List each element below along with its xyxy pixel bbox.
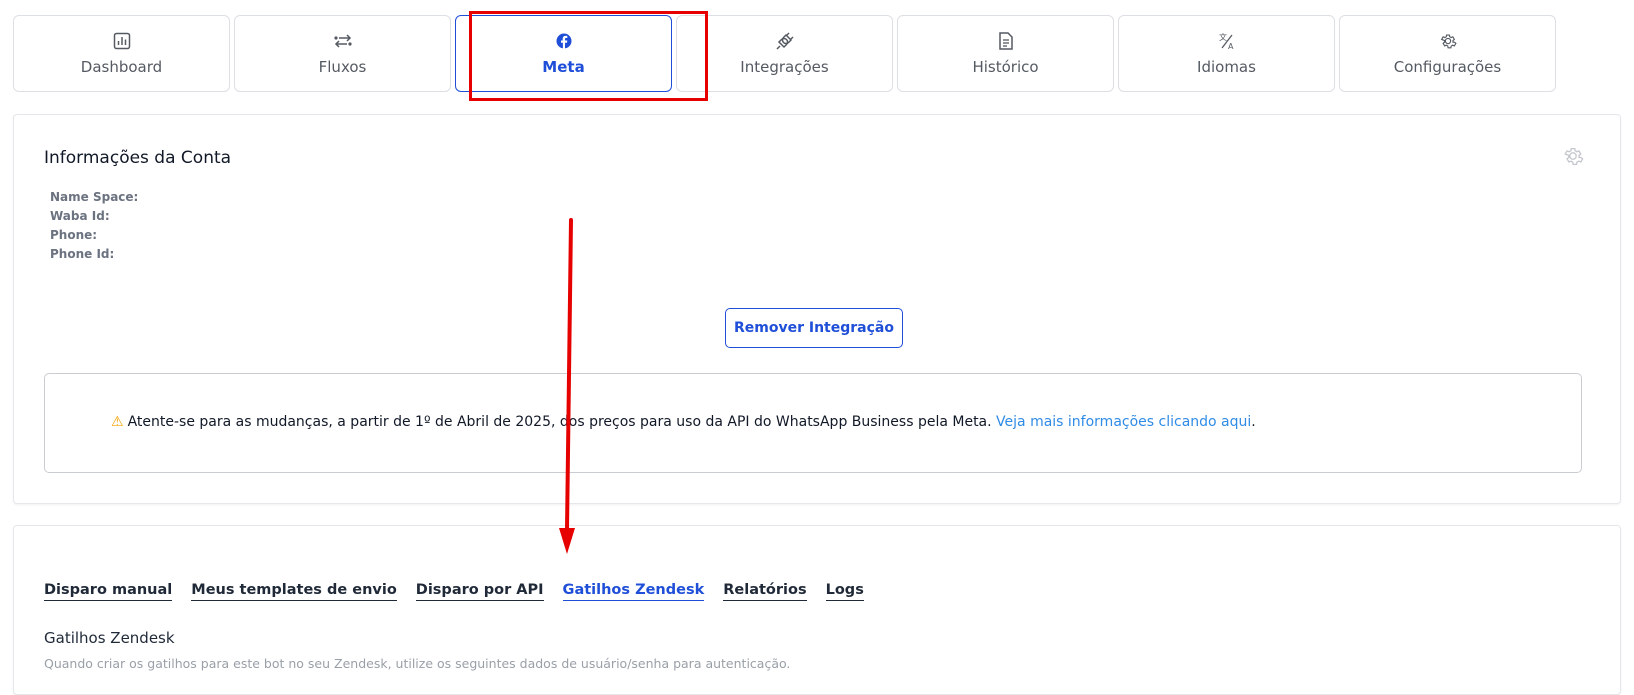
svg-text:文: 文 — [1219, 32, 1227, 42]
nav-fluxos-label: Fluxos — [318, 58, 367, 76]
nav-idiomas-label: Idiomas — [1197, 58, 1256, 76]
field-phone-id: Phone Id: — [50, 247, 115, 261]
field-name-space: Name Space: — [50, 190, 139, 204]
tab-relatorios[interactable]: Relatórios — [723, 582, 807, 601]
nav-historico[interactable]: Histórico — [897, 15, 1114, 92]
section-description: Quando criar os gatilhos para este bot n… — [44, 656, 791, 671]
notice-message: Atente-se para as mudanças, a partir de … — [127, 414, 997, 430]
tab-disparo-manual[interactable]: Disparo manual — [44, 582, 173, 601]
tab-gatilhos-zendesk[interactable]: Gatilhos Zendesk — [562, 582, 705, 601]
nav-idiomas[interactable]: 文A Idiomas — [1118, 15, 1335, 92]
nav-integracoes-label: Integrações — [740, 58, 829, 76]
field-phone: Phone: — [50, 228, 98, 242]
flow-arrows-icon — [333, 31, 353, 51]
svg-text:A: A — [1228, 42, 1234, 50]
tab-logs[interactable]: Logs — [825, 582, 864, 601]
pricing-notice: ⚠ Atente-se para as mudanças, a partir de… — [44, 373, 1582, 473]
section-title: Gatilhos Zendesk — [44, 629, 175, 647]
account-info-card: Informações da Conta Name Space: Waba Id… — [13, 114, 1621, 504]
tab-disparo-api[interactable]: Disparo por API — [415, 582, 544, 601]
nav-dashboard-label: Dashboard — [80, 58, 163, 76]
chart-bar-icon — [112, 31, 132, 51]
tab-meus-templates[interactable]: Meus templates de envio — [191, 582, 397, 601]
remove-integration-button[interactable]: Remover Integração — [725, 308, 903, 348]
nav-dashboard[interactable]: Dashboard — [13, 15, 230, 92]
account-settings-gear-icon[interactable] — [1562, 145, 1584, 167]
notice-suffix: . — [1251, 414, 1256, 430]
translate-icon: 文A — [1217, 31, 1237, 51]
dispatch-card: Disparo manual Meus templates de envio D… — [13, 525, 1621, 695]
nav-integracoes[interactable]: Integrações — [676, 15, 893, 92]
warning-icon: ⚠ — [111, 414, 124, 430]
nav-configuracoes-label: Configurações — [1393, 58, 1502, 76]
nav-fluxos[interactable]: Fluxos — [234, 15, 451, 92]
plug-icon — [775, 31, 795, 51]
annotation-highlight-box — [469, 11, 708, 101]
notice-text-line: ⚠ Atente-se para as mudanças, a partir de… — [111, 414, 1256, 430]
field-waba-id: Waba Id: — [50, 209, 110, 223]
account-info-title: Informações da Conta — [44, 148, 232, 168]
nav-historico-label: Histórico — [972, 58, 1039, 76]
dispatch-tabs: Disparo manual Meus templates de envio D… — [44, 582, 864, 601]
top-navigation: Dashboard Fluxos Meta Integrações Histór… — [13, 15, 1621, 94]
account-fields: Name Space: Waba Id: Phone: Phone Id: — [50, 188, 138, 264]
gear-icon — [1438, 31, 1458, 51]
document-icon — [996, 31, 1016, 51]
notice-more-info-link[interactable]: Veja mais informações clicando aqui — [996, 414, 1251, 430]
nav-configuracoes[interactable]: Configurações — [1339, 15, 1556, 92]
